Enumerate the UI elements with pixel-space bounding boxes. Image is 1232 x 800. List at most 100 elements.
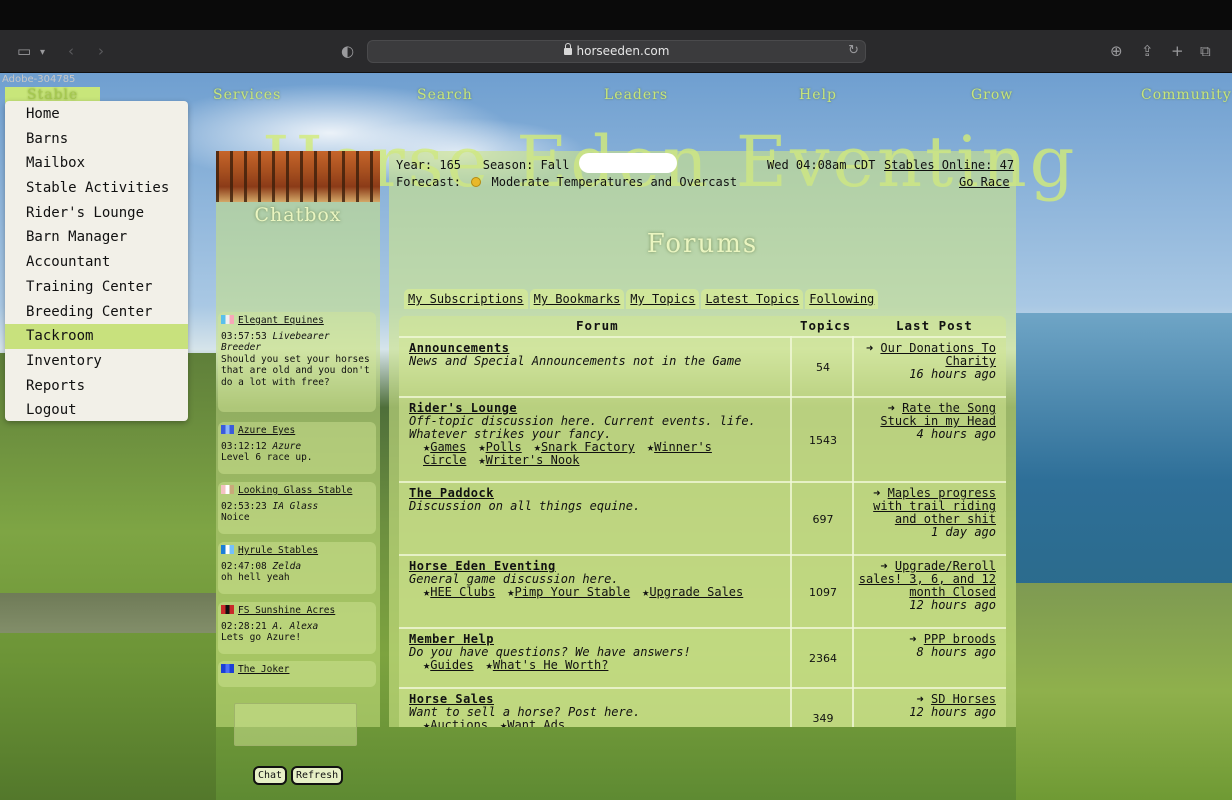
menu-item-training-center[interactable]: Training Center — [5, 275, 188, 300]
menu-item-riders-lounge[interactable]: Rider's Lounge — [5, 201, 188, 226]
subforum-link[interactable]: HEE Clubs — [430, 585, 495, 599]
chat-message-header: Elegant Equines — [221, 315, 376, 327]
menu-item-breeding-center[interactable]: Breeding Center — [5, 300, 188, 325]
menu-item-stable-activities[interactable]: Stable Activities — [5, 176, 188, 201]
subforum-link[interactable]: Writer's Nook — [486, 453, 580, 467]
tabs-overview-icon[interactable]: ⧉ — [1200, 42, 1211, 60]
year-label: Year: — [396, 158, 433, 172]
chat-message: Elegant Equines 03:57:53 Livebearer Breede… — [218, 312, 376, 412]
reload-icon[interactable]: ↻ — [848, 43, 859, 58]
subforum-link[interactable]: Auctions — [430, 718, 488, 728]
chat-time: 03:57:53 — [221, 330, 267, 342]
nav-grow[interactable]: Grow — [971, 87, 1013, 103]
status-line-1: Year: 165 Season: Fall — [396, 158, 569, 172]
forum-row: The Paddock Discussion on all things equi… — [399, 481, 1006, 554]
subforum-list: ★HEE Clubs ★Pimp Your Stable ★Upgrade Sale… — [409, 586, 789, 599]
menu-item-inventory[interactable]: Inventory — [5, 349, 188, 374]
star-icon: ★ — [478, 453, 486, 467]
refresh-button[interactable]: Refresh — [291, 766, 344, 785]
chat-button[interactable]: Chat — [253, 766, 288, 785]
tab-following[interactable]: Following — [805, 289, 879, 309]
chat-stable-link[interactable]: FS Sunshine Acres — [238, 605, 335, 616]
chat-stable-link[interactable]: Elegant Equines — [238, 315, 324, 326]
topic-count: 54 — [816, 361, 830, 374]
menu-item-barns[interactable]: Barns — [5, 127, 188, 152]
last-post-link[interactable]: Upgrade/Reroll sales! 3, 6, and 12 month… — [859, 559, 996, 599]
chat-message-header: Hyrule Stables — [221, 545, 376, 557]
last-post-time: 12 hours ago — [909, 598, 996, 612]
shield-icon[interactable]: ◐ — [341, 42, 354, 60]
nav-search[interactable]: Search — [417, 87, 473, 103]
menu-item-barn-manager[interactable]: Barn Manager — [5, 225, 188, 250]
forum-row: Horse Sales Want to sell a horse? Post he… — [399, 687, 1006, 727]
header-last-post: Last Post — [896, 318, 973, 333]
menu-item-reports[interactable]: Reports — [5, 374, 188, 399]
last-post-time: 8 hours ago — [916, 645, 996, 659]
forum-row: Announcements News and Special Announceme… — [399, 336, 1006, 396]
last-post-link[interactable]: PPP broods — [924, 632, 996, 646]
last-post-time: 16 hours ago — [909, 367, 996, 381]
forward-icon[interactable]: › — [98, 42, 104, 60]
nav-leaders[interactable]: Leaders — [604, 87, 668, 103]
last-post-link[interactable]: SD Horses — [931, 692, 996, 706]
download-icon[interactable]: ⊕ — [1110, 42, 1123, 60]
subforum-link[interactable]: Upgrade Sales — [649, 585, 743, 599]
menu-item-logout[interactable]: Logout — [5, 398, 188, 423]
tab-my-topics[interactable]: My Topics — [626, 289, 700, 309]
menu-item-mailbox[interactable]: Mailbox — [5, 151, 188, 176]
sidebar-toggle-icon[interactable]: ▭ — [17, 42, 31, 60]
chat-message-header: Azure Eyes — [221, 425, 376, 437]
topic-count: 2364 — [809, 652, 837, 665]
column-divider — [852, 336, 854, 727]
menu-item-tackroom[interactable]: Tackroom — [5, 324, 188, 349]
subforum-link[interactable]: Pimp Your Stable — [515, 585, 631, 599]
last-post-time: 12 hours ago — [909, 705, 996, 719]
subforum-link[interactable]: Want Ads — [507, 718, 565, 728]
nav-community[interactable]: Community — [1141, 87, 1232, 103]
nav-help[interactable]: Help — [799, 87, 837, 103]
subforum-link[interactable]: What's He Worth? — [493, 658, 609, 672]
chat-message: Azure Eyes 03:12:12 Azure Level 6 race up. — [218, 422, 376, 474]
subforum-link[interactable]: Snark Factory — [541, 440, 635, 454]
star-icon: ★ — [533, 440, 541, 454]
chat-stable-link[interactable]: Looking Glass Stable — [238, 485, 352, 496]
watermark-text: Adobe-304785 — [2, 74, 76, 85]
last-post-link[interactable]: Maples progress with trail riding and ot… — [873, 486, 996, 526]
tab-latest-topics[interactable]: Latest Topics — [701, 289, 804, 309]
subforum-link[interactable]: Polls — [486, 440, 522, 454]
chat-message: Looking Glass Stable 02:53:23 IA Glass Noi… — [218, 482, 376, 534]
chevron-down-icon[interactable]: ▾ — [40, 44, 45, 62]
last-post-time: 1 day ago — [930, 525, 996, 539]
last-post-link[interactable]: Our Donations To Charity — [880, 341, 996, 368]
chat-stable-link[interactable]: The Joker — [238, 664, 289, 675]
chat-stable-link[interactable]: Hyrule Stables — [238, 545, 318, 556]
subforum-link[interactable]: Games — [430, 440, 466, 454]
forum-info: Member Help Do you have questions? We hav… — [409, 633, 789, 672]
chat-stable-link[interactable]: Azure Eyes — [238, 425, 295, 436]
tab-my-subscriptions[interactable]: My Subscriptions — [404, 289, 528, 309]
subforum-link[interactable]: Guides — [430, 658, 473, 672]
header-topics: Topics — [800, 318, 852, 333]
menu-item-accountant[interactable]: Accountant — [5, 250, 188, 275]
last-post: ➜ Upgrade/Reroll sales! 3, 6, and 12 mon… — [856, 560, 996, 612]
topic-count: 697 — [812, 512, 834, 526]
chat-role: Breeder — [221, 342, 262, 354]
address-bar[interactable]: horseeden.com ↻ — [367, 40, 866, 63]
topic-count: 1543 — [809, 433, 837, 447]
chat-time: 02:28:21 — [221, 620, 267, 632]
forum-table: Forum Topics Last Post Announcements News… — [399, 316, 1006, 727]
chat-input[interactable] — [234, 703, 357, 746]
share-icon[interactable]: ⇪ — [1141, 42, 1154, 60]
background-wall — [0, 593, 216, 633]
tab-my-bookmarks[interactable]: My Bookmarks — [529, 289, 625, 309]
stables-online-link[interactable]: Stables Online: 47 — [884, 158, 1014, 172]
go-race-link[interactable]: Go Race — [959, 175, 1010, 189]
new-tab-icon[interactable]: + — [1171, 42, 1184, 60]
menu-item-home[interactable]: Home — [5, 102, 188, 127]
nav-services[interactable]: Services — [213, 87, 281, 103]
column-divider — [790, 336, 792, 727]
chat-message-header: Looking Glass Stable — [221, 485, 376, 497]
back-icon[interactable]: ‹ — [68, 42, 74, 60]
chat-text: Level 6 race up. — [221, 452, 313, 464]
arrow-right-icon: ➜ — [865, 341, 881, 355]
